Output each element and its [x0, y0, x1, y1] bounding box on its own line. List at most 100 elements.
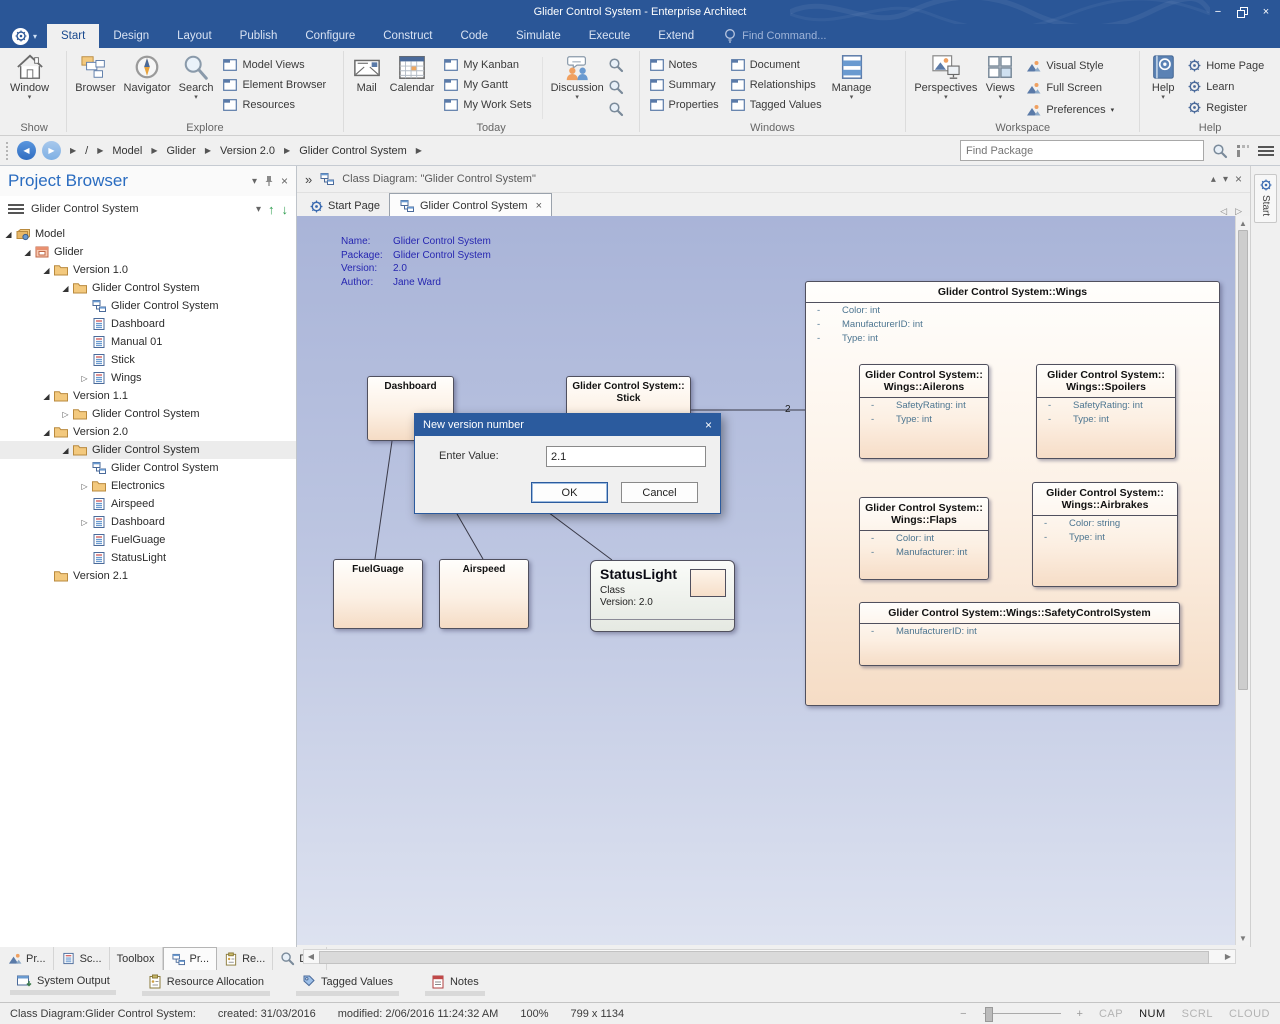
- tree-item-dashboard-2-0[interactable]: Dashboard: [0, 513, 296, 531]
- find-package-input[interactable]: [960, 140, 1204, 161]
- search-icon[interactable]: [1212, 143, 1228, 159]
- package-grid-icon[interactable]: [1236, 144, 1250, 158]
- register-button[interactable]: Register: [1188, 101, 1264, 114]
- ribbon-tab-configure[interactable]: Configure: [291, 24, 369, 48]
- tree-item-wings-1-0[interactable]: Wings: [0, 369, 296, 387]
- resources-button[interactable]: Resources: [223, 99, 326, 111]
- ribbon-tab-extend[interactable]: Extend: [644, 24, 708, 48]
- tree-item-gcs-diagram-2-0[interactable]: Glider Control System: [0, 459, 296, 477]
- class-airbrakes[interactable]: Glider Control System::Wings::Airbrakes …: [1032, 482, 1178, 587]
- breadcrumb-version-2-0[interactable]: Version 2.0: [220, 145, 275, 157]
- collapse-icon[interactable]: ▴: [1211, 174, 1216, 185]
- my-work-sets-button[interactable]: My Work Sets: [444, 99, 531, 111]
- menu-chevron-icon[interactable]: ▾: [1223, 174, 1228, 185]
- breadcrumb-glider[interactable]: Glider: [167, 145, 196, 157]
- window-button[interactable]: Window▾: [6, 51, 53, 101]
- visual-style-button[interactable]: Visual Style: [1025, 59, 1114, 73]
- expander-icon[interactable]: [78, 516, 91, 528]
- perspectives-button[interactable]: Perspectives▾: [910, 51, 981, 101]
- class-safetycontrolsystem[interactable]: Glider Control System::Wings::SafetyCont…: [859, 602, 1180, 666]
- tab-close-icon[interactable]: ×: [536, 200, 542, 212]
- tagged-values-button[interactable]: Tagged Values: [731, 99, 822, 111]
- tab-system-output[interactable]: System Output: [10, 970, 116, 997]
- tree-item-manual-01[interactable]: Manual 01: [0, 333, 296, 351]
- class-statuslight[interactable]: StatusLight Class Version: 2.0: [590, 560, 735, 632]
- zoom-slider-thumb[interactable]: [985, 1007, 993, 1022]
- home-page-button[interactable]: Home Page: [1188, 59, 1264, 72]
- navigate-forward-button[interactable]: ▶: [42, 141, 61, 160]
- menu-hamburger-icon[interactable]: [1258, 146, 1274, 156]
- tab-properties-small[interactable]: Pr...: [0, 947, 54, 970]
- relationships-button[interactable]: Relationships: [731, 79, 822, 91]
- notes-button[interactable]: Notes: [650, 59, 719, 71]
- scroll-up-icon[interactable]: ▲: [1236, 216, 1250, 230]
- expander-icon[interactable]: [2, 228, 15, 240]
- ribbon-tab-simulate[interactable]: Simulate: [502, 24, 575, 48]
- class-airspeed[interactable]: Airspeed: [439, 559, 529, 629]
- ribbon-tab-code[interactable]: Code: [446, 24, 502, 48]
- tree-item-gcs-2-0-selected[interactable]: Glider Control System: [0, 441, 296, 459]
- move-down-icon[interactable]: ↓: [282, 202, 289, 217]
- app-menu-button[interactable]: ▾: [0, 24, 47, 48]
- panel-close-icon[interactable]: ×: [281, 174, 288, 188]
- dialog-title-bar[interactable]: New version number ×: [415, 414, 720, 436]
- pin-icon[interactable]: [263, 175, 275, 187]
- tree-item-electronics[interactable]: Electronics: [0, 477, 296, 495]
- tab-project-browser-small[interactable]: Pr...: [163, 947, 218, 970]
- breadcrumb-model[interactable]: Model: [112, 145, 142, 157]
- mail-button[interactable]: Mail: [348, 51, 386, 94]
- views-button[interactable]: Views▾: [981, 51, 1019, 101]
- expander-icon[interactable]: [40, 390, 53, 402]
- expander-icon[interactable]: [40, 426, 53, 438]
- expander-icon[interactable]: [40, 264, 53, 276]
- element-browser-button[interactable]: Element Browser: [223, 79, 326, 91]
- breadcrumb-root[interactable]: /: [85, 145, 88, 157]
- tab-resources-small[interactable]: Re...: [217, 947, 273, 970]
- navigate-back-button[interactable]: ◀: [17, 141, 36, 160]
- tab-tagged-values[interactable]: Tagged Values: [296, 970, 399, 998]
- tab-start-page[interactable]: Start Page: [301, 195, 389, 217]
- tab-glider-control-system[interactable]: Glider Control System ×: [389, 193, 552, 217]
- expander-icon[interactable]: [21, 246, 34, 258]
- move-up-icon[interactable]: ↑: [268, 202, 275, 217]
- zoom-in-icon[interactable]: +: [1077, 1008, 1083, 1020]
- tree-item-gcs-1-1[interactable]: Glider Control System: [0, 405, 296, 423]
- scroll-right-icon[interactable]: ▶: [1221, 950, 1235, 963]
- model-views-button[interactable]: Model Views: [223, 59, 326, 71]
- horizontal-scroll-thumb[interactable]: [319, 951, 1209, 964]
- tree-item-version-1-0[interactable]: Version 1.0: [0, 261, 296, 279]
- tab-toolbox[interactable]: Toolbox: [110, 947, 163, 970]
- summary-button[interactable]: Summary: [650, 79, 719, 91]
- scroll-down-icon[interactable]: ▼: [1236, 931, 1250, 945]
- package-wings[interactable]: Glider Control System::Wings Color: int …: [805, 281, 1220, 706]
- ribbon-tab-construct[interactable]: Construct: [369, 24, 446, 48]
- dialog-close-icon[interactable]: ×: [705, 418, 712, 432]
- tree-item-version-2-0[interactable]: Version 2.0: [0, 423, 296, 441]
- tree-item-version-2-1[interactable]: Version 2.1: [0, 567, 296, 585]
- ok-button[interactable]: OK: [531, 482, 608, 503]
- vertical-scroll-thumb[interactable]: [1238, 230, 1248, 690]
- class-flaps[interactable]: Glider Control System::Wings::Flaps Colo…: [859, 497, 989, 580]
- tree-item-gcs-1-0[interactable]: Glider Control System: [0, 279, 296, 297]
- minimize-button[interactable]: −: [1208, 3, 1228, 21]
- tree-item-airspeed[interactable]: Airspeed: [0, 495, 296, 513]
- my-gantt-button[interactable]: My Gantt: [444, 79, 531, 91]
- close-button[interactable]: ×: [1256, 3, 1276, 21]
- breadcrumb-glider-control-system[interactable]: Glider Control System: [299, 145, 407, 157]
- class-ailerons[interactable]: Glider Control System::Wings::Ailerons S…: [859, 364, 989, 459]
- ribbon-tab-publish[interactable]: Publish: [226, 24, 292, 48]
- document-close-icon[interactable]: ×: [1235, 172, 1242, 186]
- search-journal-icon[interactable]: [608, 79, 624, 95]
- selector-chevron-icon[interactable]: ▾: [256, 204, 261, 215]
- class-fuelguage[interactable]: FuelGuage: [333, 559, 423, 629]
- search-diary-icon[interactable]: [608, 101, 624, 117]
- panel-menu-chevron-icon[interactable]: ▾: [252, 176, 257, 187]
- tree-item-stick[interactable]: Stick: [0, 351, 296, 369]
- zoom-out-icon[interactable]: −: [960, 1008, 966, 1020]
- expander-icon[interactable]: [78, 480, 91, 492]
- search-discussions-icon[interactable]: [608, 57, 624, 73]
- search-button[interactable]: Search▾: [175, 51, 218, 101]
- double-chevron-icon[interactable]: »: [305, 172, 312, 187]
- scroll-left-icon[interactable]: ◀: [304, 950, 318, 963]
- class-spoilers[interactable]: Glider Control System::Wings::Spoilers S…: [1036, 364, 1176, 459]
